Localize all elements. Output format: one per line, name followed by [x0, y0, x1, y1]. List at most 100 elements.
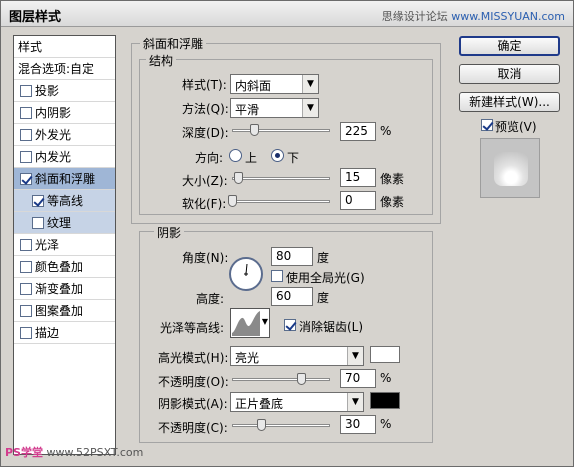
highlight-opacity-input[interactable]: 70: [340, 369, 376, 388]
style-list: 样式 混合选项:自定 投影内阴影外发光内发光斜面和浮雕 等高线纹理光泽颜色叠加渐变…: [13, 35, 116, 455]
blending-options-label: 混合选项:自定: [18, 62, 95, 76]
shadow-opacity-slider-track[interactable]: [232, 424, 330, 427]
depth-input[interactable]: 225: [340, 122, 376, 141]
highlight-opacity-unit: %: [380, 371, 392, 385]
style-list-item[interactable]: 图案叠加: [14, 300, 115, 322]
angle-input[interactable]: 80: [271, 247, 313, 266]
altitude-label: 高度:: [196, 292, 225, 306]
bevel-style-value: 内斜面: [235, 79, 272, 93]
highlight-mode-value: 亮光: [235, 351, 260, 365]
soften-slider-thumb[interactable]: [228, 195, 237, 207]
style-list-item[interactable]: 渐变叠加: [14, 278, 115, 300]
style-checkbox[interactable]: [20, 106, 32, 119]
ok-button[interactable]: 确定: [459, 36, 560, 56]
layer-style-dialog: 图层样式 思缘设计论坛 www.MISSYUAN.com 样式 混合选项:自定 …: [0, 0, 574, 467]
direction-label: 方向:: [195, 151, 224, 165]
style-checkbox[interactable]: [20, 150, 32, 163]
style-list-item-label: 内发光: [35, 150, 72, 164]
depth-slider-track[interactable]: [232, 129, 330, 132]
shadow-opacity-slider-thumb[interactable]: [257, 419, 267, 431]
use-global-light-checkbox[interactable]: [271, 270, 283, 282]
watermark-url: www.MISSYUAN.com: [451, 10, 565, 23]
soften-slider-track[interactable]: [232, 200, 330, 203]
use-global-light-label: 使用全局光(G): [286, 271, 365, 285]
style-checkbox[interactable]: [20, 282, 32, 295]
style-list-item-label: 投影: [35, 84, 60, 98]
style-checkbox[interactable]: [32, 216, 44, 229]
style-checkbox[interactable]: [20, 260, 32, 273]
bevel-emboss-title: 斜面和浮雕: [140, 35, 207, 52]
style-list-item-label: 纹理: [47, 216, 72, 230]
gloss-contour-label: 光泽等高线:: [160, 321, 225, 335]
shadow-mode-select[interactable]: 正片叠底 ▼: [230, 392, 364, 412]
footer-watermark: PS学堂 www.52PSXT.com: [5, 444, 143, 460]
gloss-contour-picker[interactable]: ▼: [230, 308, 270, 338]
shadow-color-swatch[interactable]: [370, 392, 400, 409]
blending-options-item[interactable]: 混合选项:自定: [14, 58, 115, 80]
style-list-header-label: 样式: [18, 40, 43, 54]
style-checkbox[interactable]: [20, 128, 32, 141]
size-slider-thumb[interactable]: [233, 172, 243, 184]
style-checkbox[interactable]: [32, 194, 44, 207]
style-list-item-label: 颜色叠加: [35, 260, 84, 274]
highlight-opacity-label: 不透明度(O):: [158, 375, 229, 389]
direction-up-label: 上: [245, 151, 258, 165]
shadow-mode-label: 阴影模式(A):: [158, 397, 228, 411]
style-list-item[interactable]: 颜色叠加: [14, 256, 115, 278]
soften-unit: 像素: [380, 195, 405, 209]
direction-down-radio[interactable]: [271, 149, 284, 162]
highlight-color-swatch[interactable]: [370, 346, 400, 363]
dialog-title: 图层样式: [9, 10, 62, 25]
style-checkbox[interactable]: [20, 326, 32, 339]
highlight-opacity-slider-track[interactable]: [232, 378, 330, 381]
bevel-style-select[interactable]: 内斜面 ▼: [230, 74, 319, 94]
structure-group: 结构 样式(T): 内斜面 ▼ 方法(Q): 平滑 ▼ 深度(D): 225 %…: [139, 52, 433, 215]
chevron-down-icon: ▼: [261, 317, 268, 326]
style-list-item[interactable]: 光泽: [14, 234, 115, 256]
style-checkbox[interactable]: [20, 84, 32, 97]
style-list-item[interactable]: 斜面和浮雕: [14, 168, 115, 190]
shading-title: 阴影: [154, 224, 185, 241]
contour-curve-icon: [232, 311, 260, 336]
shadow-opacity-input[interactable]: 30: [340, 415, 376, 434]
style-checkbox[interactable]: [20, 238, 32, 251]
size-label: 大小(Z):: [182, 174, 228, 188]
size-input[interactable]: 15: [340, 168, 376, 187]
anti-aliased-checkbox[interactable]: [284, 319, 296, 331]
size-slider-track[interactable]: [232, 177, 330, 180]
highlight-opacity-slider-thumb[interactable]: [296, 373, 306, 385]
style-checkbox[interactable]: [20, 172, 32, 185]
style-list-item[interactable]: 纹理: [14, 212, 115, 234]
preview-checkbox[interactable]: [481, 119, 493, 131]
soften-label: 软化(F):: [182, 197, 227, 211]
shadow-opacity-unit: %: [380, 417, 392, 431]
highlight-mode-select[interactable]: 亮光 ▼: [230, 346, 364, 366]
altitude-unit: 度: [317, 291, 330, 305]
soften-input[interactable]: 0: [340, 191, 376, 210]
shading-group: 阴影 角度(N): 80 度 使用全局光(G) 高度: 60 度 光泽等高线: …: [139, 224, 433, 443]
style-list-header[interactable]: 样式: [14, 36, 115, 58]
style-list-item[interactable]: 描边: [14, 322, 115, 344]
style-list-item-label: 图案叠加: [35, 304, 84, 318]
angle-dial[interactable]: [229, 257, 263, 291]
technique-select[interactable]: 平滑 ▼: [230, 98, 319, 118]
footer-url: www.52PSXT.com: [46, 446, 144, 459]
style-list-item[interactable]: 外发光: [14, 124, 115, 146]
chevron-down-icon: ▼: [347, 393, 363, 411]
technique-value: 平滑: [235, 103, 260, 117]
style-checkbox[interactable]: [20, 304, 32, 317]
new-style-button[interactable]: 新建样式(W)...: [459, 92, 560, 112]
shadow-opacity-label: 不透明度(C):: [158, 421, 228, 435]
style-list-item[interactable]: 等高线: [14, 190, 115, 212]
style-list-item[interactable]: 内发光: [14, 146, 115, 168]
depth-slider-thumb[interactable]: [249, 124, 259, 136]
style-list-item[interactable]: 投影: [14, 80, 115, 102]
style-list-item[interactable]: 内阴影: [14, 102, 115, 124]
style-preview-thumbnail: [480, 138, 540, 198]
style-label: 样式(T):: [182, 78, 227, 92]
direction-up-radio[interactable]: [229, 149, 242, 162]
altitude-input[interactable]: 60: [271, 287, 313, 306]
cancel-button[interactable]: 取消: [459, 64, 560, 84]
style-list-item-label: 光泽: [35, 238, 60, 252]
style-list-item-label: 内阴影: [35, 106, 72, 120]
